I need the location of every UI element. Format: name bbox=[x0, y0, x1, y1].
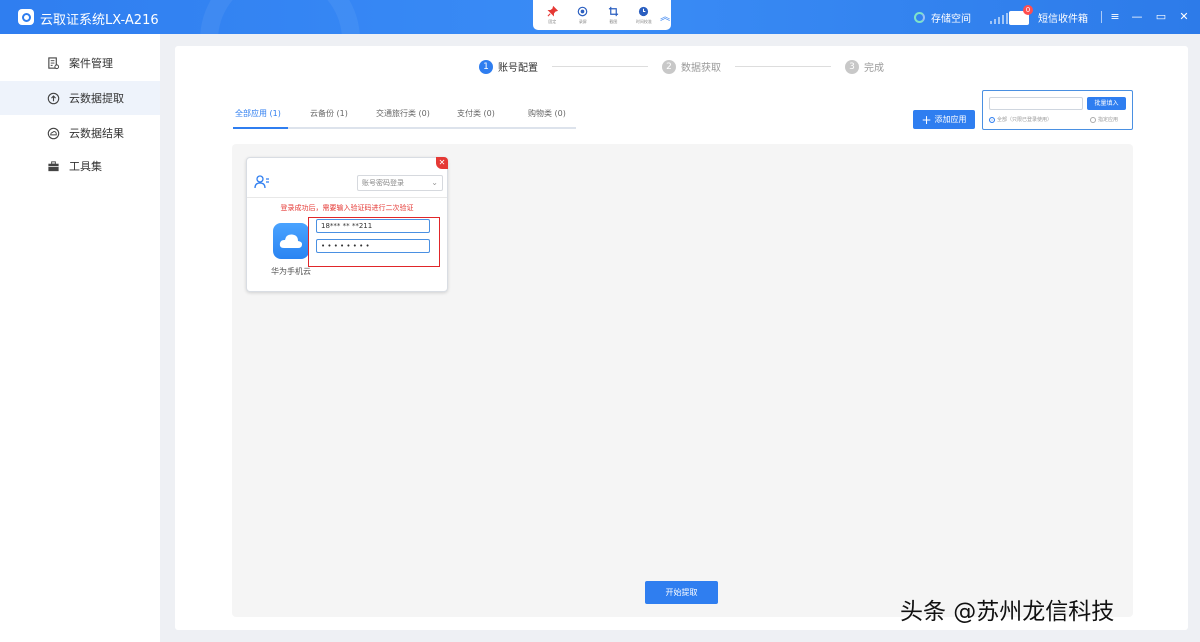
window-separator bbox=[1101, 11, 1102, 23]
verification-warning: 登录成功后，需要输入验证码进行二次验证 bbox=[280, 204, 414, 212]
card-divider bbox=[247, 197, 447, 198]
radio-all-label: 全部（只限已登录使用） bbox=[997, 117, 1053, 123]
floating-toolbar: 固定 录屏 截图 时间校准 ︽ bbox=[533, 0, 671, 30]
cloud-result-icon bbox=[46, 126, 60, 140]
tab-travel[interactable]: 交通旅行类 (0) bbox=[376, 108, 430, 119]
add-app-button[interactable]: + 添加应用 bbox=[913, 110, 975, 129]
batch-fill-input[interactable] bbox=[989, 97, 1083, 110]
radio-specified-apps[interactable]: 指定应用 bbox=[1090, 116, 1118, 123]
sidebar-item-label: 云数据提取 bbox=[69, 92, 124, 105]
storage-label: 存储空间 bbox=[931, 14, 971, 25]
pin-icon bbox=[547, 5, 558, 16]
step-label: 账号配置 bbox=[498, 63, 538, 74]
clock-icon bbox=[639, 6, 649, 16]
screenshot-tool-button[interactable]: 截图 bbox=[598, 0, 629, 30]
tab-all-apps[interactable]: 全部应用 (1) bbox=[235, 108, 281, 119]
step-data-acquisition: 2 数据获取 bbox=[662, 59, 721, 74]
step-number: 3 bbox=[845, 59, 859, 74]
sidebar-item-cloud-results[interactable]: 云数据结果 bbox=[0, 116, 160, 150]
category-tabs: 全部应用 (1) 云备份 (1) 交通旅行类 (0) 支付类 (0) 购物类 (… bbox=[233, 106, 576, 129]
radio-dot bbox=[1090, 116, 1096, 123]
close-icon[interactable]: ✕ bbox=[1176, 8, 1192, 26]
record-icon bbox=[578, 6, 588, 16]
app-card-area: ✕ 账号密码登录 ⌄ 登录成功后，需要输入验证码进行二次验证 华为手机云 18*… bbox=[232, 144, 1133, 617]
app-card-huawei: ✕ 账号密码登录 ⌄ 登录成功后，需要输入验证码进行二次验证 华为手机云 18*… bbox=[246, 157, 448, 292]
pin-tool-button[interactable]: 固定 bbox=[537, 0, 568, 30]
step-label: 数据获取 bbox=[681, 63, 721, 74]
pin-tool-label: 固定 bbox=[548, 18, 557, 24]
sidebar-item-toolbox[interactable]: 工具集 bbox=[0, 149, 160, 183]
tab-payment[interactable]: 支付类 (0) bbox=[457, 108, 495, 119]
maximize-icon[interactable]: ▭ bbox=[1153, 8, 1169, 26]
sidebar: 案件管理 云数据提取 云数据结果 工具集 bbox=[0, 34, 160, 642]
app-name: 华为手机云 bbox=[271, 267, 311, 276]
sidebar-item-label: 工具集 bbox=[69, 160, 102, 173]
sidebar-item-case-management[interactable]: 案件管理 bbox=[0, 46, 160, 80]
step-number: 1 bbox=[479, 59, 493, 74]
chevron-down-icon: ⌄ bbox=[431, 178, 438, 187]
sms-badge: 0 bbox=[1023, 5, 1033, 15]
signal-icon bbox=[990, 12, 1008, 24]
login-mode-select[interactable]: 账号密码登录 ⌄ bbox=[357, 175, 443, 191]
start-extraction-button[interactable]: 开始提取 bbox=[645, 581, 718, 604]
minimize-icon[interactable]: — bbox=[1129, 8, 1145, 26]
step-account-config: 1 账号配置 bbox=[479, 59, 538, 74]
record-tool-label: 录屏 bbox=[578, 18, 587, 24]
clock-tool-label: 时间校准 bbox=[635, 18, 652, 24]
app-logo-icon bbox=[18, 9, 34, 25]
step-connector bbox=[552, 66, 648, 67]
clock-tool-button[interactable]: 时间校准 bbox=[629, 0, 660, 30]
add-app-label: 添加应用 bbox=[934, 115, 967, 124]
plus-icon: + bbox=[921, 112, 932, 127]
menu-icon[interactable]: ≡ bbox=[1107, 8, 1123, 26]
screenshot-tool-label: 截图 bbox=[609, 18, 618, 24]
cloud-upload-icon bbox=[46, 91, 60, 105]
screenshot-icon bbox=[608, 6, 618, 16]
main-panel: 1 账号配置 2 数据获取 3 完成 全部应用 (1) 云备份 (1) 交通旅行… bbox=[175, 46, 1188, 630]
account-user-icon bbox=[254, 175, 269, 189]
case-icon bbox=[46, 56, 60, 70]
login-mode-value: 账号密码登录 bbox=[362, 179, 404, 187]
radio-dot bbox=[989, 116, 995, 123]
watermark: 头条 @苏州龙信科技 bbox=[900, 599, 1115, 625]
radio-specified-label: 指定应用 bbox=[1098, 117, 1119, 123]
close-icon[interactable]: ✕ bbox=[436, 157, 448, 169]
sms-inbox-label[interactable]: 短信收件箱 bbox=[1038, 10, 1088, 25]
huawei-cloud-icon bbox=[273, 223, 309, 259]
app-title: 云取证系统LX-A216 bbox=[40, 13, 159, 28]
title-bar-decoration bbox=[200, 0, 360, 34]
tab-cloud-backup[interactable]: 云备份 (1) bbox=[310, 108, 348, 119]
sms-inbox-icon[interactable]: 0 bbox=[1009, 5, 1033, 25]
title-bar: 云取证系统LX-A216 固定 录屏 截图 时间校准 ︽ 存储空间 0 短信收件… bbox=[0, 0, 1200, 34]
step-label: 完成 bbox=[864, 63, 884, 74]
radio-all-apps[interactable]: 全部（只限已登录使用） bbox=[989, 116, 1052, 123]
record-tool-button[interactable]: 录屏 bbox=[568, 0, 599, 30]
step-indicator: 1 账号配置 2 数据获取 3 完成 bbox=[479, 59, 884, 74]
sidebar-item-label: 案件管理 bbox=[69, 57, 113, 70]
chevron-up-icon[interactable]: ︽ bbox=[659, 8, 671, 23]
active-tab-indicator bbox=[233, 127, 288, 129]
tab-shopping[interactable]: 购物类 (0) bbox=[528, 108, 566, 119]
toolbox-icon bbox=[46, 159, 60, 173]
step-complete: 3 完成 bbox=[845, 59, 884, 74]
batch-fill-button[interactable]: 批量填入 bbox=[1087, 97, 1126, 110]
sidebar-item-label: 云数据结果 bbox=[69, 127, 124, 140]
step-connector bbox=[735, 66, 831, 67]
step-number: 2 bbox=[662, 59, 676, 74]
storage-ring-icon bbox=[914, 12, 925, 23]
sidebar-item-cloud-extraction[interactable]: 云数据提取 bbox=[0, 81, 160, 115]
highlight-box bbox=[308, 217, 440, 267]
storage-space[interactable]: 存储空间 bbox=[914, 10, 971, 25]
batch-fill-panel: 批量填入 全部（只限已登录使用） 指定应用 bbox=[982, 90, 1133, 130]
